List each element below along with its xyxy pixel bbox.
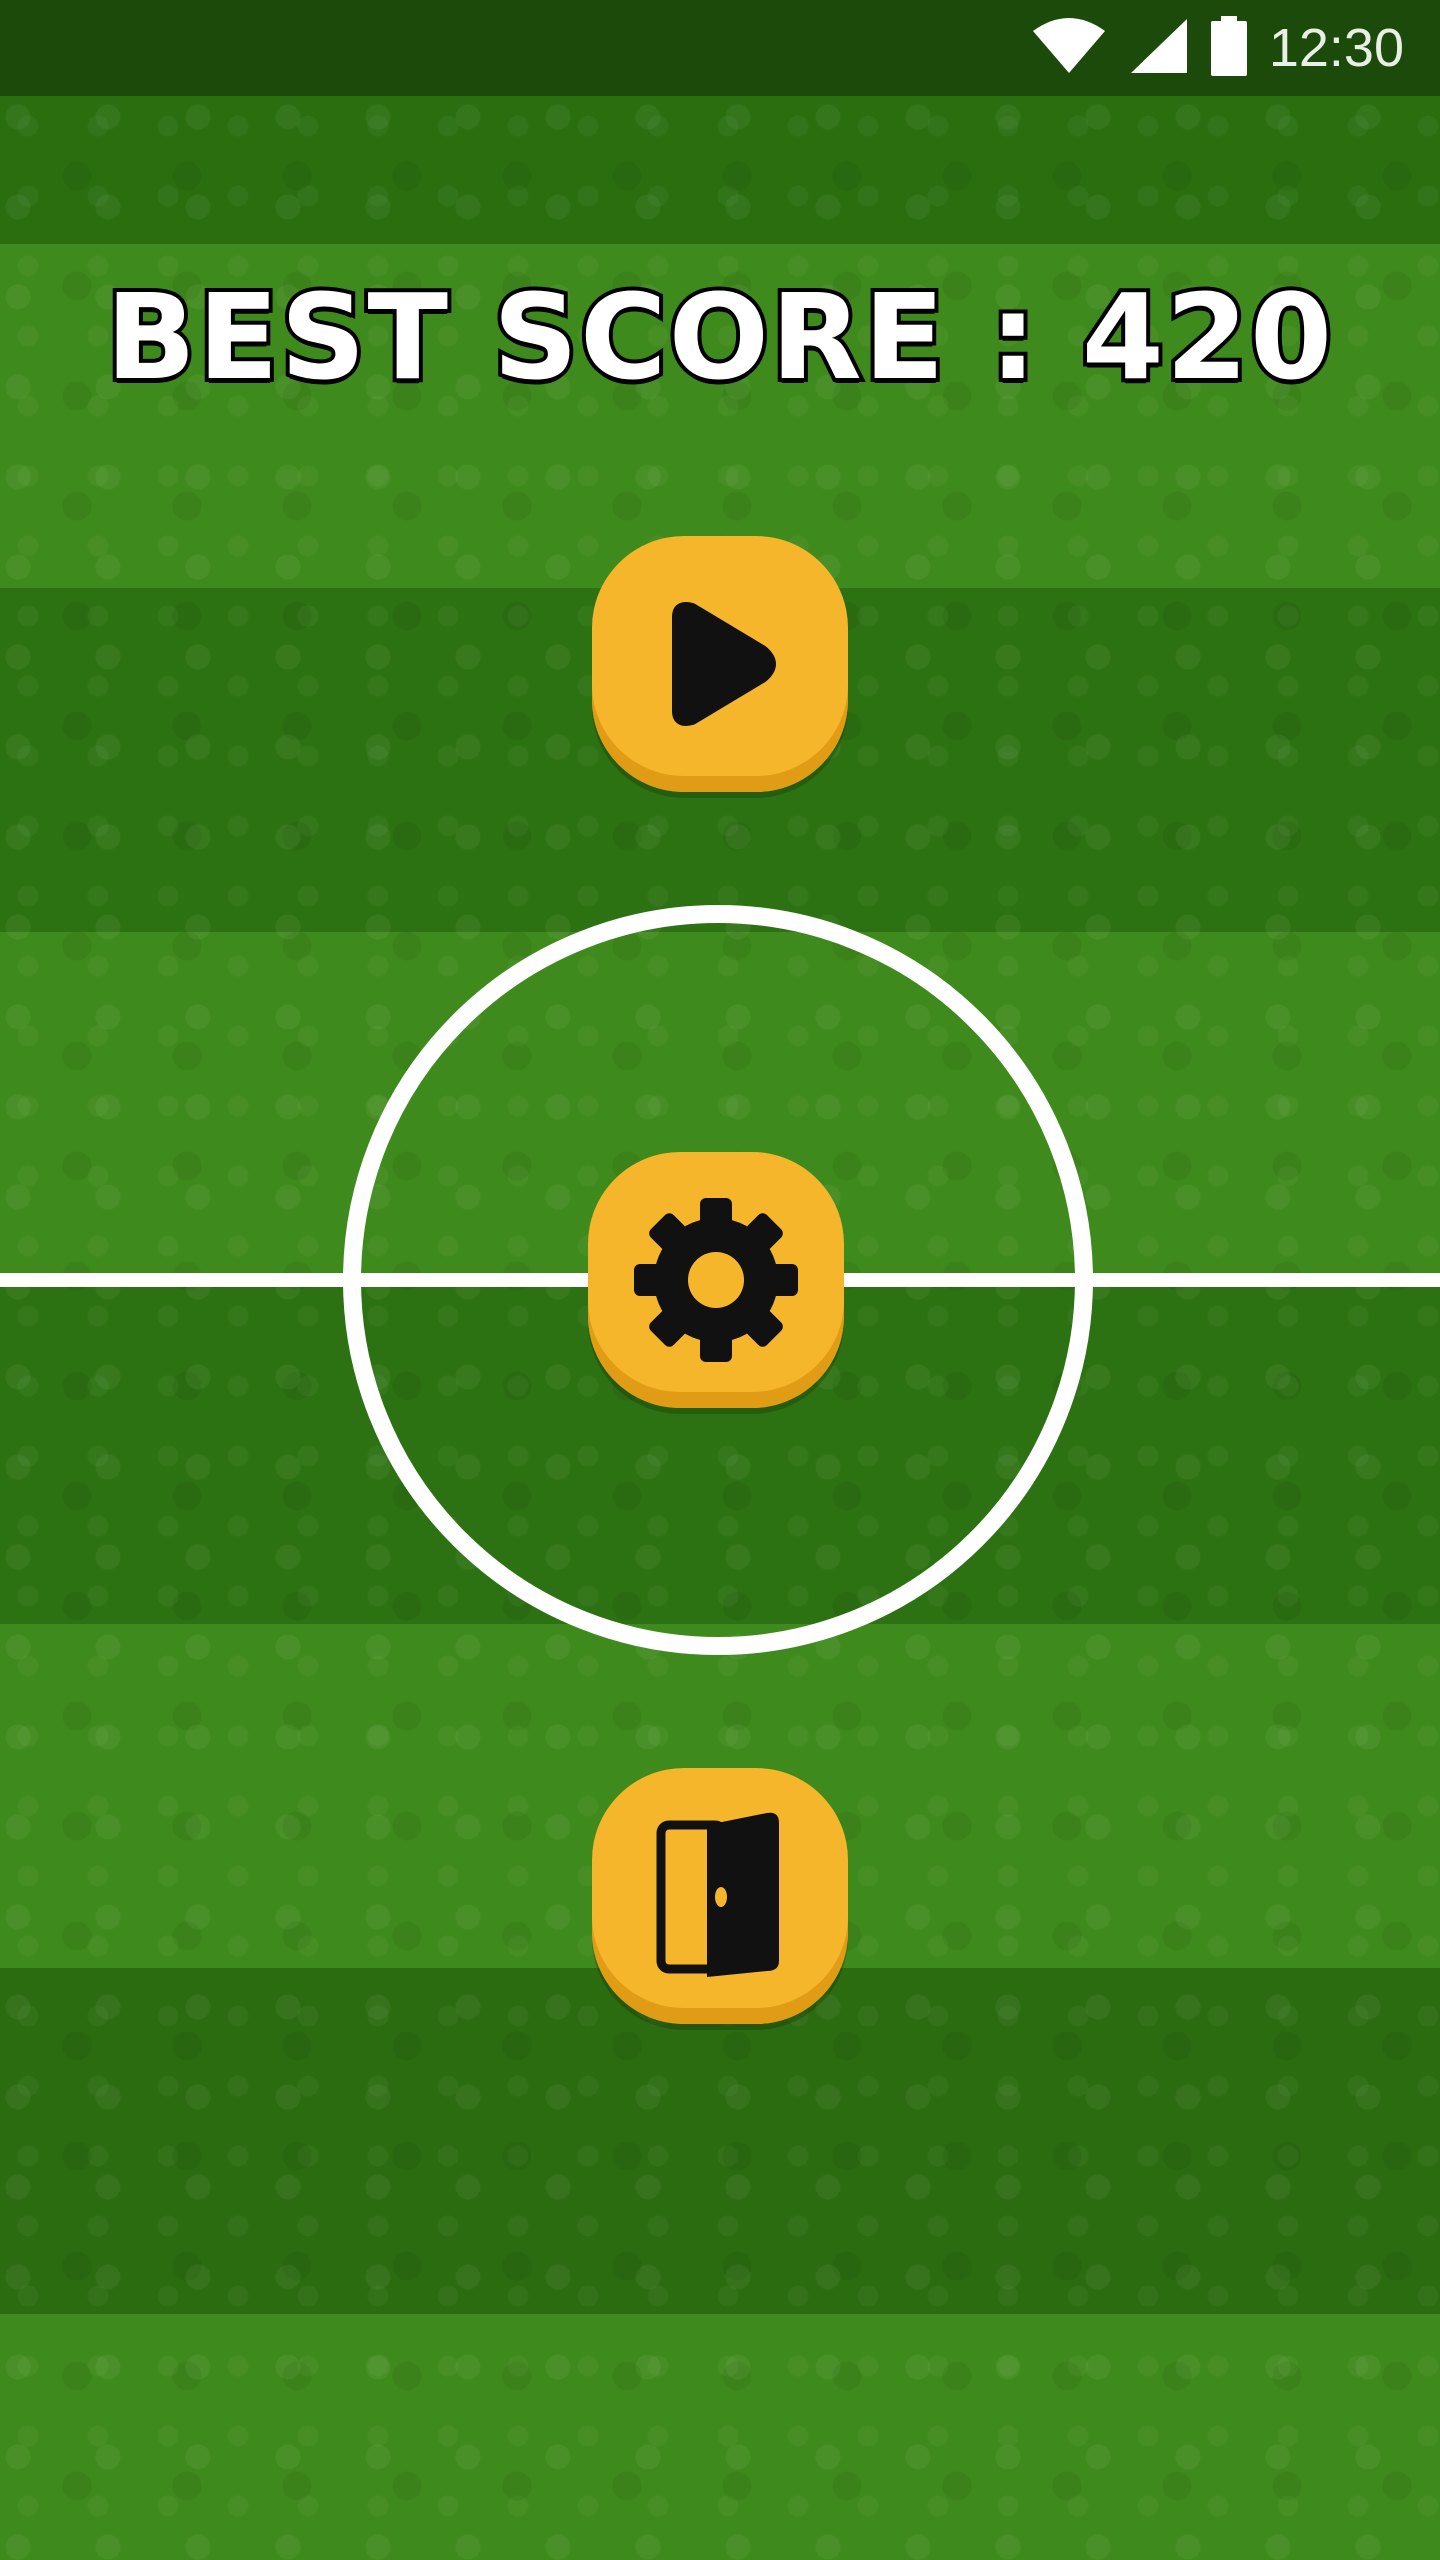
settings-button[interactable] [588,1152,844,1408]
status-time: 12:30 [1268,18,1404,78]
status-icons: 12:30 [1031,16,1404,80]
status-bar: 12:30 [0,0,1440,96]
play-icon [660,601,780,727]
play-button[interactable] [592,536,848,792]
battery-icon [1210,16,1247,80]
exit-button[interactable] [592,1768,848,2024]
best-score-title: BEST SCORE : 420 [102,264,1336,410]
door-exit-icon [655,1811,785,1981]
gear-icon [628,1192,804,1368]
wifi-icon [1031,17,1107,79]
signal-icon [1129,17,1189,79]
